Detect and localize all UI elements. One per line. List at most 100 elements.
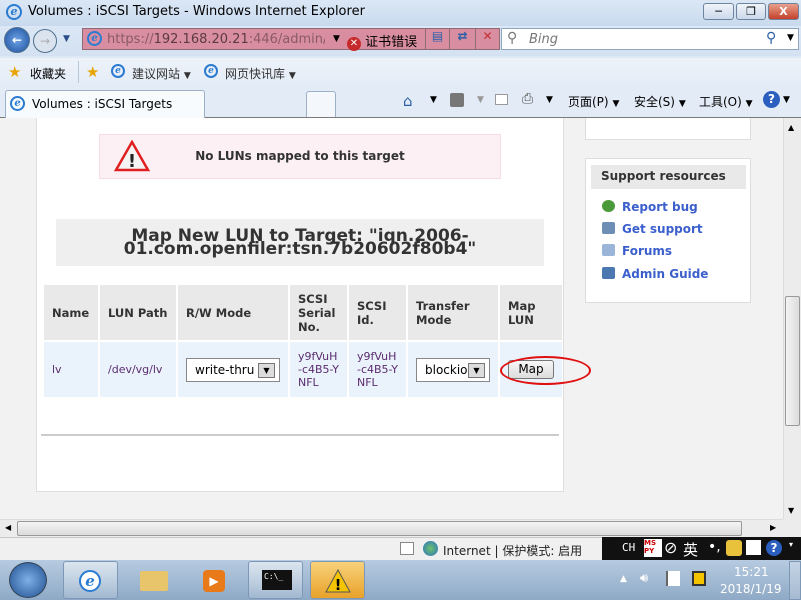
punctuation-icon[interactable]: •, (708, 539, 721, 555)
home-icon[interactable]: ⌂ (403, 92, 413, 110)
star-icon: ★ (8, 63, 22, 81)
tab-bar: e Volumes : iSCSI Targets ⌂ ▼ ▼ ⎙ ▼ 页面(P… (0, 88, 801, 118)
minimize-button[interactable]: ─ (703, 3, 734, 20)
feeds-icon[interactable] (450, 93, 464, 107)
chevron-down-icon[interactable]: ▼ (546, 95, 553, 105)
favorites-bar: ★ 收藏夹 ★ e 建议网站 ▼ e 网页快讯库 ▼ (0, 58, 801, 88)
shield-error-icon: ✕ (347, 37, 361, 51)
clock-time[interactable]: 15:21 (734, 565, 769, 579)
table-row: lv /dev/vg/lv write-thru ▼ y9fVuH-c4B5-YN… (44, 342, 562, 397)
chevron-down-icon[interactable]: ▼ (477, 95, 484, 105)
print-icon[interactable]: ⎙ (522, 91, 533, 107)
search-dropdown-icon[interactable]: ▼ (787, 33, 794, 43)
taskbar-explorer[interactable] (125, 561, 180, 599)
scroll-left-icon[interactable]: ◀ (5, 523, 11, 532)
forward-button[interactable]: → (33, 29, 57, 53)
scroll-up-icon[interactable]: ▲ (788, 123, 794, 132)
vertical-scrollbar[interactable]: ▲ ▼ (783, 118, 801, 519)
clock-date[interactable]: 2018/1/19 (720, 582, 782, 596)
search-input[interactable]: Bing (529, 32, 558, 47)
new-tab-button[interactable] (306, 91, 336, 117)
header-name: Name (44, 285, 98, 340)
search-go-icon[interactable]: ⚲ (766, 30, 776, 46)
tools-menu-label: 工具(O) (699, 95, 742, 109)
scroll-down-icon[interactable]: ▼ (788, 506, 794, 515)
ime-help-icon[interactable]: ? (766, 540, 782, 556)
ime-options-icon[interactable]: ▾ (789, 540, 793, 549)
vertical-scroll-thumb[interactable] (785, 296, 800, 426)
rw-mode-select[interactable]: write-thru ▼ (186, 357, 280, 382)
stop-icon[interactable]: ✕ (475, 29, 499, 49)
fav-suggested-sites[interactable]: 建议网站 ▼ (132, 65, 191, 82)
chevron-down-icon[interactable]: ▼ (430, 95, 437, 105)
close-button[interactable]: X (768, 3, 799, 20)
support-heading: Support resources (591, 165, 746, 189)
folder-icon (140, 571, 168, 591)
volume-icon[interactable]: 🔊︎ (640, 571, 648, 586)
show-hidden-icons[interactable]: ▲ (620, 574, 627, 584)
fav-label: 建议网站 (132, 67, 181, 81)
tools-menu[interactable]: 工具(O) ▼ (699, 93, 753, 110)
taskbar-warning-app[interactable]: ! (310, 561, 365, 599)
taskbar-ie[interactable]: e (63, 561, 118, 599)
back-button[interactable]: ← (4, 27, 30, 53)
zone-status[interactable]: Internet | 保护模式: 启用 (443, 542, 582, 559)
network-warning-icon[interactable] (692, 571, 706, 586)
address-dropdown-icon[interactable]: ▼ (333, 34, 340, 44)
chevron-down-icon: ▼ (612, 99, 620, 109)
disable-icon[interactable]: ⊘ (664, 538, 677, 557)
scroll-right-icon[interactable]: ▶ (770, 523, 776, 532)
horizontal-scrollbar[interactable]: ◀ ▶ (0, 519, 783, 537)
header-map-lun: Map LUN (500, 285, 562, 340)
page-icon: e (87, 31, 102, 46)
chevron-down-icon: ▼ (183, 71, 191, 81)
start-button[interactable] (9, 562, 47, 598)
transfer-mode-select[interactable]: blockio ▼ (416, 357, 490, 382)
ime-pad-icon[interactable] (746, 540, 761, 555)
page-icon: e (204, 64, 218, 78)
link-forums[interactable]: Forums (602, 244, 672, 258)
soft-keyboard-icon[interactable] (726, 540, 742, 556)
link-report-bug[interactable]: Report bug (602, 200, 698, 214)
show-desktop-button[interactable] (789, 561, 801, 600)
header-lun-path: LUN Path (100, 285, 176, 340)
book-icon (602, 267, 615, 279)
page-menu[interactable]: 页面(P) ▼ (568, 93, 619, 110)
tab-volumes[interactable]: e Volumes : iSCSI Targets (5, 90, 205, 118)
fav-web-slice-gallery[interactable]: 网页快讯库 ▼ (225, 65, 296, 82)
globe-icon (423, 541, 438, 556)
ime-language[interactable]: CH (622, 541, 635, 554)
warning-icon: ! (325, 569, 351, 593)
cell-name: lv (44, 342, 98, 397)
taskbar-cmd[interactable]: C:\_ (248, 561, 303, 599)
header-transfer-mode: Transfer Mode (408, 285, 498, 340)
horizontal-scroll-thumb[interactable] (17, 521, 742, 536)
chevron-down-icon[interactable]: ▼ (783, 95, 790, 105)
compatibility-icon[interactable]: ▤ (425, 29, 449, 49)
action-center-flag-icon[interactable] (666, 571, 680, 586)
favorites-button[interactable]: 收藏夹 (30, 65, 66, 82)
link-admin-guide[interactable]: Admin Guide (602, 267, 708, 281)
url-field[interactable]: https://192.168.20.21:446/admin/volu (107, 32, 325, 47)
refresh-icon[interactable]: ⇄ (449, 29, 475, 49)
mspy-icon[interactable]: MS PY (644, 539, 662, 557)
link-get-support[interactable]: Get support (602, 222, 703, 236)
cell-transfer-mode: blockio ▼ (408, 342, 498, 397)
tab-label: Volumes : iSCSI Targets (32, 97, 173, 111)
address-bar[interactable]: e https://192.168.20.21:446/admin/volu ▼… (82, 28, 500, 51)
blocked-content-icon[interactable] (400, 542, 414, 555)
restore-button[interactable]: ❐ (736, 3, 766, 20)
header-rw-mode: R/W Mode (178, 285, 288, 340)
ime-toolbar: CH MS PY ⊘ 英 •, ? ▾ (602, 537, 801, 560)
warning-box: ! No LUNs mapped to this target (99, 134, 501, 179)
page-menu-label: 页面(P) (568, 95, 609, 109)
mail-icon[interactable] (495, 94, 508, 105)
cert-error-button[interactable]: ✕ 证书错误 (347, 31, 417, 51)
taskbar-media-player[interactable]: ▶ (186, 561, 241, 599)
add-favorite-icon[interactable]: ★ (86, 63, 99, 81)
safety-menu[interactable]: 安全(S) ▼ (634, 93, 686, 110)
help-icon[interactable]: ? (763, 91, 780, 108)
history-dropdown-icon[interactable]: ▼ (63, 34, 70, 44)
search-box[interactable]: ⚲ Bing ⚲ ▼ (501, 28, 799, 50)
ime-mode[interactable]: 英 (683, 539, 698, 560)
